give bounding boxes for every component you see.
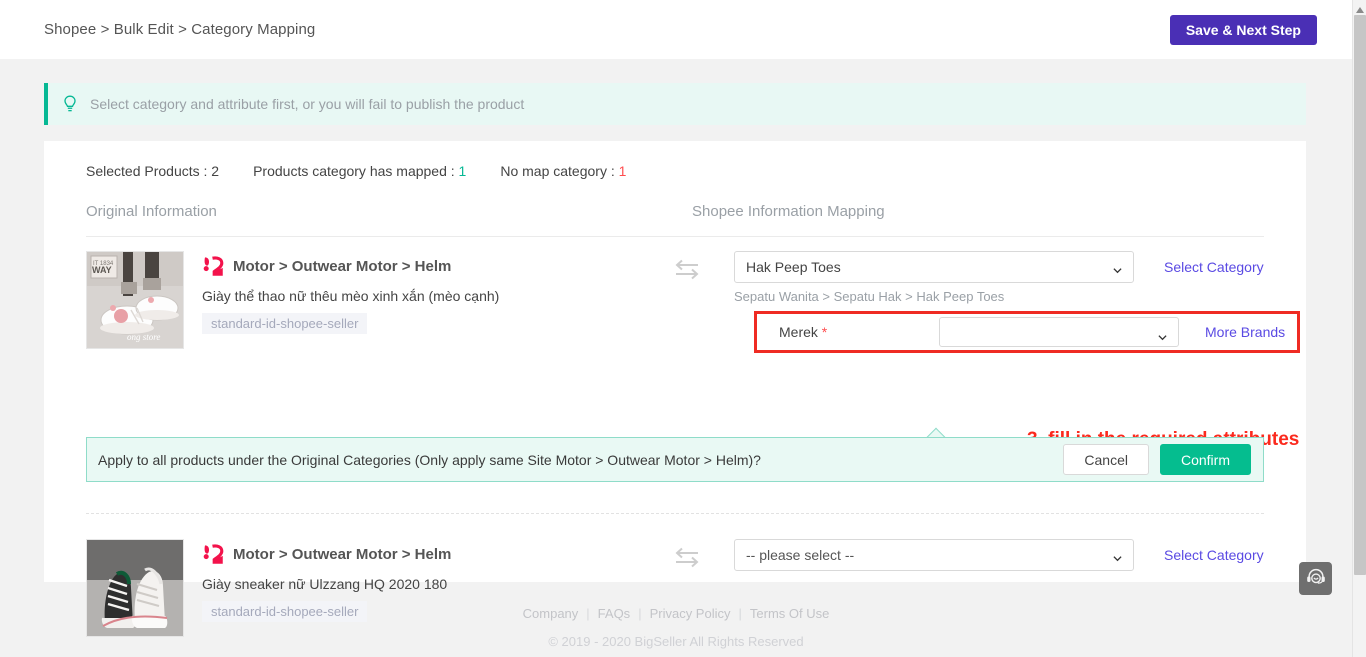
mapped-value: 1 — [458, 163, 467, 179]
scrollbar-thumb[interactable] — [1354, 15, 1366, 575]
mapping-card: Selected Products : 2 Products category h… — [44, 141, 1306, 637]
selected-products-stat: Selected Products : 2 — [86, 163, 220, 179]
required-asterisk: * — [821, 324, 828, 340]
original-category-text: Motor > Outwear Motor > Helm — [233, 546, 452, 563]
shopee-logo-icon — [202, 544, 224, 565]
shopee-category-select[interactable]: Hak Peep Toes — [734, 251, 1134, 283]
original-category-line: Motor > Outwear Motor > Helm — [202, 256, 672, 277]
page-scrollbar[interactable] — [1352, 0, 1366, 657]
page-body: Select category and attribute first, or … — [0, 59, 1352, 657]
footer-link-terms-of-use[interactable]: Terms Of Use — [750, 606, 829, 621]
category-select-row: -- please select -- Select Category — [734, 539, 1264, 571]
footer-link-faqs[interactable]: FAQs — [598, 606, 631, 621]
headset-icon — [1305, 566, 1327, 591]
brand-select[interactable] — [939, 317, 1179, 347]
column-headers: Original Information Shopee Information … — [86, 203, 1264, 237]
original-category-text: Motor > Outwear Motor > Helm — [233, 258, 452, 275]
footer-separator: | — [586, 606, 590, 621]
swap-arrows-icon — [672, 547, 702, 569]
chevron-down-icon — [1158, 329, 1167, 341]
tip-banner: Select category and attribute first, or … — [44, 83, 1306, 125]
mapped-category-path: Sepatu Wanita > Sepatu Hak > Hak Peep To… — [734, 289, 1005, 304]
copyright-text: © 2019 - 2020 BigSeller All Rights Reser… — [548, 634, 804, 649]
mapping-area: -- please select -- Select Category — [734, 539, 1264, 571]
no-map-stat: No map category : 1 — [500, 163, 627, 179]
scroll-up-arrow-icon[interactable] — [1355, 2, 1365, 13]
footer: Company | FAQs | Privacy Policy | Terms Of Use… — [0, 606, 1352, 649]
no-map-value: 1 — [618, 163, 627, 179]
shopee-category-select[interactable]: -- please select -- — [734, 539, 1134, 571]
mapped-stat: Products category has mapped : 1 — [253, 163, 467, 179]
shopee-logo-icon — [202, 256, 224, 277]
stats-line: Selected Products : 2 Products category h… — [86, 163, 626, 179]
column-header-original: Original Information — [86, 203, 217, 220]
support-chat-button[interactable] — [1299, 562, 1332, 595]
svg-text:ong store: ong store — [127, 332, 160, 342]
shop-tag: standard-id-shopee-seller — [202, 313, 368, 334]
required-attribute-box: Merek * More Brands — [754, 311, 1300, 353]
product-title: Giày sneaker nữ Ulzzang HQ 2020 180 — [202, 576, 448, 592]
svg-text:WAY: WAY — [92, 265, 112, 275]
footer-links: Company | FAQs | Privacy Policy | Terms Of Use — [0, 606, 1352, 621]
product-thumbnail: IT 1834 WAY ong store — [86, 251, 184, 349]
shopee-category-value: -- please select -- — [746, 547, 855, 563]
cancel-button[interactable]: Cancel — [1063, 444, 1149, 475]
top-bar: Shopee > Bulk Edit > Category Mapping Sa… — [0, 0, 1352, 59]
more-brands-link[interactable]: More Brands — [1205, 324, 1285, 340]
footer-link-privacy-policy[interactable]: Privacy Policy — [650, 606, 731, 621]
footer-separator: | — [738, 606, 742, 621]
column-header-shopee: Shopee Information Mapping — [692, 203, 885, 220]
breadcrumb: Shopee > Bulk Edit > Category Mapping — [44, 21, 316, 38]
product-title: Giày thể thao nữ thêu mèo xinh xắn (mèo … — [202, 288, 500, 304]
product-info: Motor > Outwear Motor > Helm Giày thể th… — [202, 251, 672, 334]
apply-to-all-banner: Apply to all products under the Original… — [86, 437, 1264, 482]
swap-arrows-icon — [672, 259, 702, 281]
select-category-link[interactable]: Select Category — [1164, 547, 1264, 563]
category-select-row: Hak Peep Toes Select Category — [734, 251, 1264, 283]
original-category-line: Motor > Outwear Motor > Helm — [202, 544, 672, 565]
confirm-button[interactable]: Confirm — [1159, 444, 1251, 475]
footer-link-company[interactable]: Company — [523, 606, 579, 621]
attribute-label: Merek * — [779, 324, 828, 340]
shopee-category-value: Hak Peep Toes — [746, 259, 841, 275]
select-category-link[interactable]: Select Category — [1164, 259, 1264, 275]
lightbulb-icon — [62, 95, 78, 113]
selected-products-value: 2 — [211, 163, 220, 179]
tip-text: Select category and attribute first, or … — [90, 96, 525, 112]
footer-separator: | — [638, 606, 642, 621]
mapping-area: Hak Peep Toes Select Category Sepatu Wan… — [734, 251, 1300, 353]
row-divider — [86, 513, 1264, 514]
chevron-down-icon — [1113, 550, 1122, 562]
save-and-next-step-button[interactable]: Save & Next Step — [1169, 14, 1317, 45]
apply-to-all-text: Apply to all products under the Original… — [98, 451, 761, 468]
chevron-down-icon — [1113, 262, 1122, 274]
